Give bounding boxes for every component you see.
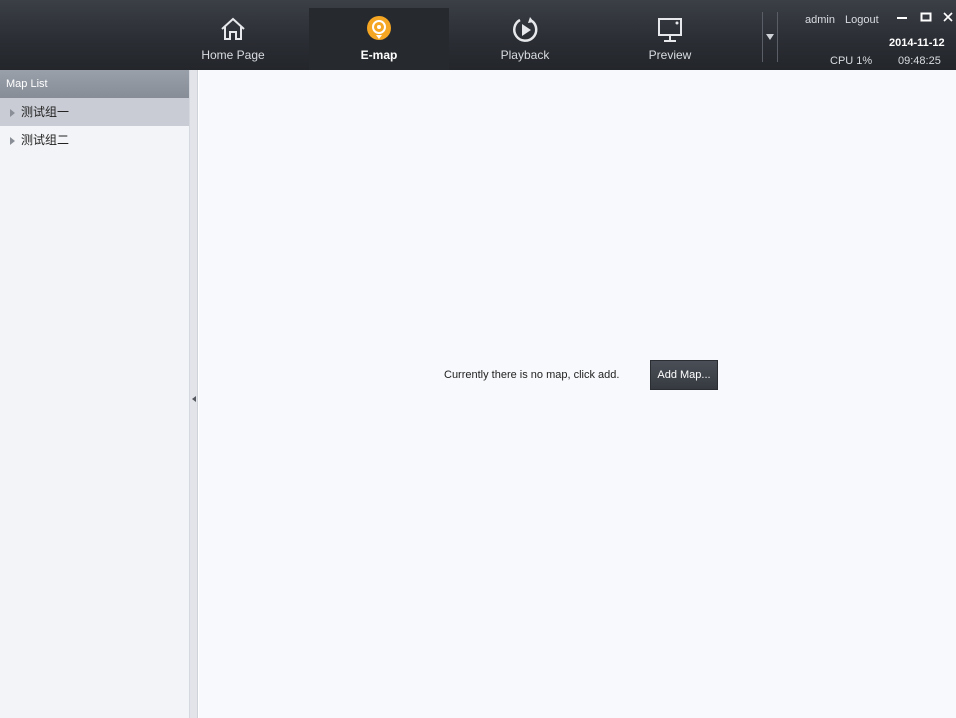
- tab-preview[interactable]: Preview: [600, 8, 740, 70]
- tree-item-label: 测试组二: [21, 133, 70, 147]
- tab-playback-label: Playback: [500, 48, 550, 62]
- top-bar: Home Page E-map Playback Preview admin L…: [0, 0, 956, 70]
- tab-playback[interactable]: Playback: [455, 8, 595, 70]
- empty-map-message: Currently there is no map, click add.: [444, 369, 620, 381]
- collapse-left-icon[interactable]: [192, 396, 196, 402]
- date-display: 2014-11-12: [889, 37, 945, 49]
- sidebar-title: Map List: [0, 70, 189, 98]
- cpu-usage: CPU 1%: [830, 55, 873, 67]
- close-icon[interactable]: [940, 10, 956, 24]
- monitor-icon: [658, 18, 682, 42]
- maximize-icon[interactable]: [918, 10, 934, 24]
- expand-arrow-icon[interactable]: [10, 108, 15, 117]
- minimize-icon[interactable]: [894, 10, 910, 24]
- tab-e-map[interactable]: E-map: [309, 8, 449, 70]
- logout-link[interactable]: Logout: [845, 14, 879, 26]
- playback-icon: [513, 17, 538, 42]
- nav-dropdown-toggle[interactable]: [762, 12, 778, 62]
- tab-home-page-label: Home Page: [201, 48, 265, 62]
- map-list-sidebar: Map List 测试组一 测试组二: [0, 70, 190, 718]
- tab-home-page[interactable]: Home Page: [163, 8, 303, 70]
- tree-item-label: 测试组一: [21, 105, 70, 119]
- tab-e-map-label: E-map: [360, 48, 398, 62]
- map-pin-icon: [367, 16, 391, 40]
- brand-area: [0, 0, 190, 70]
- expand-arrow-icon[interactable]: [10, 136, 15, 145]
- home-icon: [221, 17, 245, 40]
- tree-item-group-1[interactable]: 测试组一: [0, 98, 189, 126]
- time-display: 09:48:25: [898, 55, 941, 67]
- tree-item-group-2[interactable]: 测试组二: [0, 126, 189, 154]
- user-name: admin: [805, 14, 835, 26]
- sidebar-splitter[interactable]: [190, 70, 198, 718]
- add-map-button[interactable]: Add Map...: [650, 360, 718, 390]
- map-content-area: Currently there is no map, click add. Ad…: [199, 70, 956, 718]
- caret-down-icon: [766, 34, 774, 40]
- tab-preview-label: Preview: [648, 48, 692, 62]
